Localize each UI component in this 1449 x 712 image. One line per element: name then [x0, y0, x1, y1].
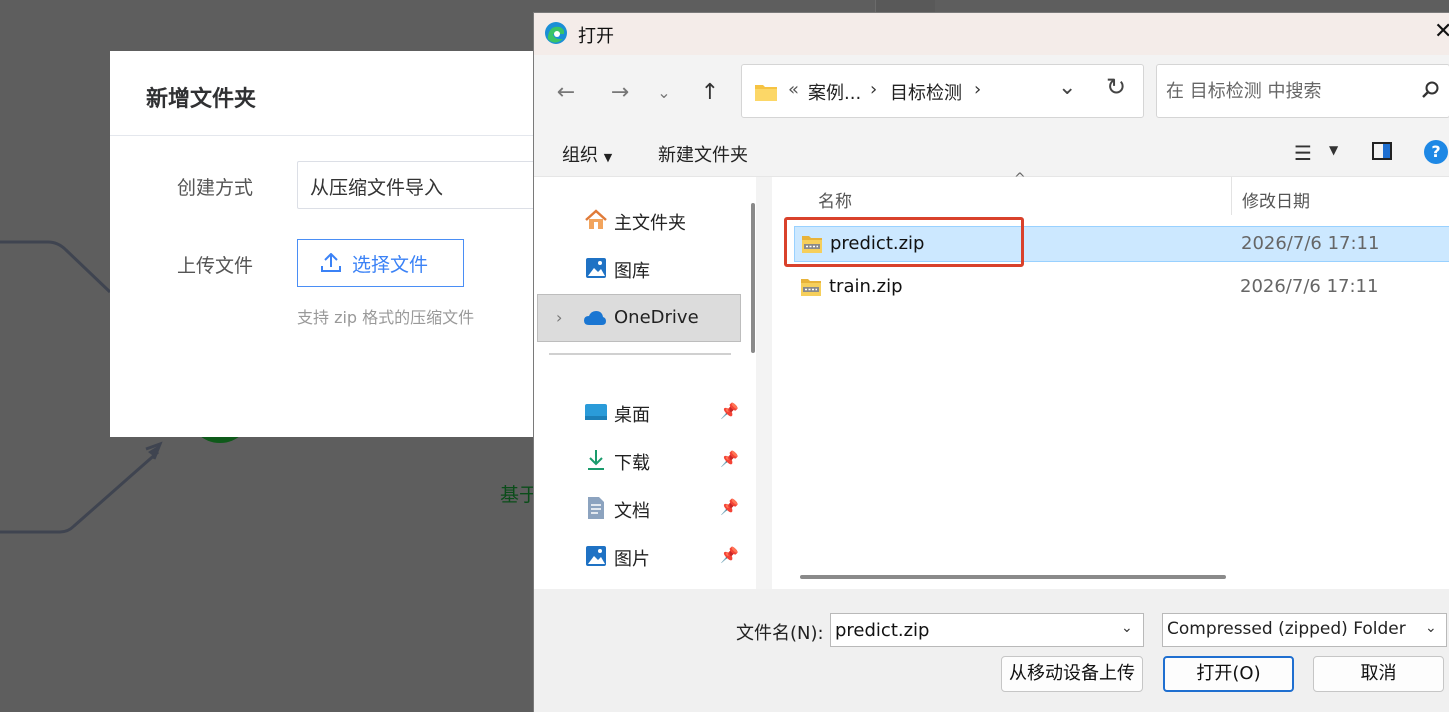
cloud-icon: [584, 311, 606, 325]
upload-from-mobile-button[interactable]: 从移动设备上传: [1001, 656, 1143, 692]
up-arrow-icon[interactable]: ↑: [694, 77, 726, 109]
file-date: 2026/7/6 17:11: [1240, 276, 1379, 297]
breadcrumb-overflow[interactable]: «: [788, 79, 799, 100]
choose-file-label: 选择文件: [352, 253, 429, 276]
recent-locations-chevron-icon[interactable]: ⌄: [648, 77, 680, 109]
modal-divider: [110, 135, 550, 136]
address-bar[interactable]: « 案例... › 目标检测 › ⌄ ↻: [741, 64, 1144, 118]
sidebar-item-label: 图片: [614, 549, 650, 570]
sidebar-item-label: 主文件夹: [614, 213, 686, 234]
create-method-select[interactable]: 从压缩文件导入: [297, 161, 557, 209]
navigation-bar: ← → ⌄ ↑ « 案例... › 目标检测 › ⌄ ↻: [534, 55, 1449, 129]
navigation-pane: 主文件夹 图库 › OneDrive 桌面 📌 下载 📌 文档 📌 图片 📌: [534, 177, 756, 589]
dialog-title: 打开: [578, 26, 614, 47]
upload-icon: [321, 253, 341, 272]
breadcrumb-item-current[interactable]: 目标检测: [890, 79, 962, 105]
address-dropdown-chevron-icon[interactable]: ⌄: [1058, 75, 1076, 100]
sidebar-item-label: 图库: [614, 261, 650, 282]
view-caret-icon[interactable]: ▼: [1329, 143, 1338, 157]
sidebar-scrollbar[interactable]: [751, 203, 755, 353]
upload-hint: 支持 zip 格式的压缩文件: [297, 308, 475, 327]
sidebar-item-music[interactable]: 音乐 📌: [534, 582, 744, 589]
column-header-date[interactable]: 修改日期: [1242, 187, 1310, 212]
search-box[interactable]: [1156, 64, 1449, 118]
chevron-down-icon[interactable]: ⌄: [1425, 620, 1437, 636]
sidebar-item-pictures[interactable]: 图片 📌: [534, 534, 744, 578]
cancel-button[interactable]: 取消: [1313, 656, 1444, 692]
filename-label: 文件名(N):: [736, 623, 824, 644]
sidebar-item-onedrive[interactable]: › OneDrive: [537, 294, 741, 342]
file-row-train[interactable]: train.zip 2026/7/6 17:11: [794, 270, 1449, 306]
caret-down-icon: ▼: [603, 151, 613, 164]
create-method-label: 创建方式: [177, 177, 254, 199]
pin-icon[interactable]: 📌: [720, 450, 739, 468]
breadcrumb-item[interactable]: 案例...: [808, 79, 861, 105]
modal-title: 新增文件夹: [146, 87, 257, 112]
help-icon[interactable]: ?: [1424, 140, 1448, 164]
home-icon: [585, 209, 607, 229]
close-icon[interactable]: ✕: [1434, 19, 1449, 44]
sidebar-item-documents[interactable]: 文档 📌: [534, 486, 744, 530]
filetype-select[interactable]: Compressed (zipped) Folder ⌄: [1162, 613, 1447, 647]
refresh-icon[interactable]: ↻: [1106, 73, 1126, 101]
column-headers: ^ 名称 修改日期: [772, 171, 1449, 217]
pin-icon[interactable]: 📌: [720, 546, 739, 564]
pin-icon[interactable]: 📌: [720, 402, 739, 420]
file-list: ^ 名称 修改日期 predict.zip 2026/7/6 17:11 tra…: [772, 171, 1449, 589]
search-icon[interactable]: [1421, 80, 1441, 100]
sidebar-item-label: OneDrive: [614, 307, 699, 328]
organize-label: 组织: [562, 145, 598, 166]
expand-chevron-icon[interactable]: ›: [556, 308, 562, 327]
zip-folder-icon: [801, 279, 821, 296]
sidebar-item-home[interactable]: 主文件夹: [534, 198, 744, 242]
filename-input[interactable]: [835, 618, 1115, 642]
sidebar-item-label: 下载: [614, 453, 650, 474]
view-options-icon[interactable]: ☰: [1294, 141, 1312, 165]
pin-icon[interactable]: 📌: [720, 498, 739, 516]
open-button[interactable]: 打开(O): [1163, 656, 1294, 692]
sidebar-item-label: 桌面: [614, 405, 650, 426]
download-icon: [588, 450, 604, 470]
sidebar-item-desktop[interactable]: 桌面 📌: [534, 390, 744, 434]
dialog-titlebar: 打开 ✕: [534, 13, 1449, 55]
file-name: train.zip: [829, 276, 903, 297]
file-date: 2026/7/6 17:11: [1241, 233, 1380, 254]
back-arrow-icon[interactable]: ←: [550, 77, 582, 109]
open-file-dialog: 打开 ✕ ← → ⌄ ↑ « 案例... › 目标检测 › ⌄ ↻ 在 目标检测…: [533, 12, 1449, 712]
filename-combobox[interactable]: ⌄: [830, 613, 1144, 647]
gallery-icon: [586, 258, 606, 278]
dialog-footer: 文件名(N): ⌄ Compressed (zipped) Folder ⌄ 从…: [534, 589, 1449, 712]
forward-arrow-icon[interactable]: →: [604, 77, 636, 109]
background-panel-edge: [875, 0, 935, 12]
picture-icon: [586, 546, 606, 566]
sidebar-item-label: 文档: [614, 501, 650, 522]
sort-ascending-icon: ^: [1014, 171, 1026, 187]
upload-file-label: 上传文件: [177, 255, 254, 277]
edge-browser-icon: [545, 22, 567, 44]
filetype-value: Compressed (zipped) Folder: [1167, 619, 1406, 639]
sidebar-item-downloads[interactable]: 下载 📌: [534, 438, 744, 482]
organize-menu[interactable]: 组织 ▼: [562, 141, 612, 167]
chevron-down-icon[interactable]: ⌄: [1121, 620, 1133, 636]
document-icon: [588, 497, 604, 519]
new-folder-modal: 新增文件夹 创建方式 从压缩文件导入 上传文件 选择文件 支持 zip 格式的压…: [110, 51, 557, 437]
horizontal-scrollbar[interactable]: [800, 575, 1226, 579]
sidebar-divider: [549, 353, 731, 355]
column-separator[interactable]: [1231, 177, 1232, 215]
highlight-annotation-box: [784, 217, 1024, 267]
breadcrumb-separator-icon[interactable]: ›: [870, 79, 877, 100]
column-header-name[interactable]: 名称: [818, 187, 852, 212]
choose-file-button[interactable]: 选择文件: [297, 239, 464, 287]
sidebar-item-gallery[interactable]: 图库: [534, 246, 744, 290]
desktop-icon: [585, 404, 607, 420]
new-folder-button[interactable]: 新建文件夹: [658, 141, 748, 167]
preview-pane-icon[interactable]: [1372, 142, 1392, 160]
breadcrumb-separator-icon[interactable]: ›: [974, 79, 981, 100]
command-toolbar: 组织 ▼ 新建文件夹 ☰ ▼ ?: [534, 129, 1449, 177]
search-input[interactable]: [1166, 77, 1416, 105]
folder-icon: [755, 85, 777, 101]
